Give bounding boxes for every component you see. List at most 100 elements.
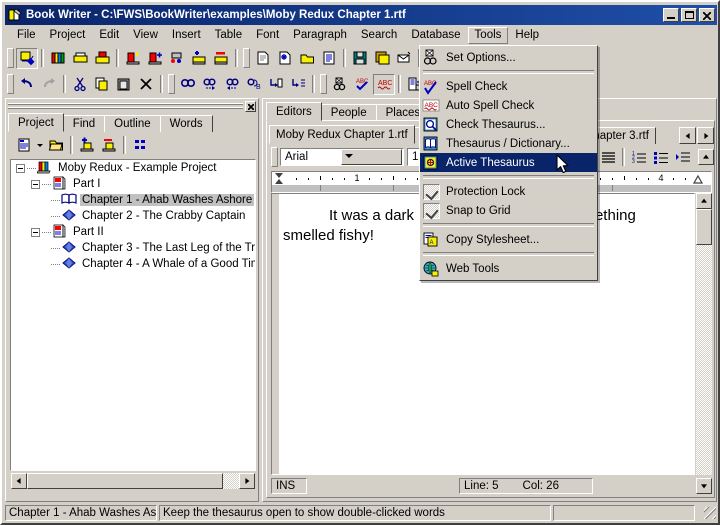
spell-check-button[interactable]: ABC (351, 74, 373, 95)
close-button[interactable] (699, 8, 715, 22)
tab-project[interactable]: Project (8, 113, 64, 132)
minimize-button[interactable] (663, 8, 679, 22)
menu-database[interactable]: Database (404, 27, 467, 44)
menu-insert[interactable]: Insert (165, 27, 208, 44)
menu-project[interactable]: Project (43, 27, 93, 44)
doc-tab-chapter-1[interactable]: Moby Redux Chapter 1.rtf (269, 125, 415, 144)
increase-indent-button[interactable] (672, 147, 694, 168)
project-view-button[interactable] (16, 47, 38, 69)
new-chapter-button[interactable] (122, 48, 144, 69)
toolbar-grip[interactable] (243, 48, 250, 68)
menu-item-active-thesaurus[interactable]: Active Thesaurus (420, 153, 597, 172)
new-document-button[interactable] (252, 48, 274, 69)
menu-help[interactable]: Help (508, 27, 546, 44)
dropdown-arrow-icon[interactable] (35, 135, 45, 156)
save-all-button[interactable] (371, 48, 393, 69)
new-document-icon[interactable] (13, 135, 35, 156)
project-tree-hscrollbar[interactable] (10, 473, 256, 489)
tab-people[interactable]: People (320, 104, 377, 121)
tree-item-chapter-3[interactable]: Chapter 3 - The Last Leg of the Trip (11, 240, 255, 256)
tab-words[interactable]: Words (159, 115, 213, 132)
toolbar-grip[interactable] (271, 147, 278, 167)
menu-edit[interactable]: Edit (92, 27, 126, 44)
right-indent-marker[interactable] (692, 172, 704, 185)
menu-item-auto-spell-check[interactable]: ABC Auto Spell Check (420, 96, 597, 115)
new-from-template-button[interactable] (274, 48, 296, 69)
arrange-icons-icon[interactable] (129, 135, 151, 156)
maximize-button[interactable] (681, 8, 697, 22)
font-name-combo[interactable]: Arial (280, 148, 404, 166)
find-next-button[interactable] (199, 74, 221, 95)
menu-search[interactable]: Search (354, 27, 404, 44)
toolbar-grip[interactable] (320, 74, 327, 94)
open-folder-icon[interactable] (45, 135, 67, 156)
add-section-button[interactable] (144, 48, 166, 69)
delete-page-button[interactable] (210, 48, 232, 69)
panel-close-icon[interactable] (245, 101, 256, 112)
tree-item-project[interactable]: Moby Redux - Example Project (11, 160, 255, 176)
menu-item-snap-to-grid[interactable]: Snap to Grid (420, 201, 597, 220)
find-button[interactable] (177, 74, 199, 95)
document-vscrollbar[interactable] (696, 193, 712, 475)
scroll-right-button[interactable] (239, 473, 255, 489)
books-button[interactable] (47, 48, 69, 69)
vscroll-track[interactable] (696, 209, 712, 475)
menu-item-check-thesaurus[interactable]: Check Thesaurus... (420, 115, 597, 134)
remove-item-icon[interactable] (98, 135, 120, 156)
goto-bookmark-button[interactable] (265, 74, 287, 95)
scroll-left-button[interactable] (11, 473, 27, 489)
vscroll-thumb[interactable] (696, 209, 712, 245)
tree-item-chapter-2[interactable]: Chapter 2 - The Crabby Captain (11, 208, 255, 224)
print-book-button[interactable] (69, 48, 91, 69)
hscroll-thumb[interactable] (27, 473, 223, 489)
link-chapter-button[interactable] (166, 48, 188, 69)
project-tree[interactable]: Moby Redux - Example Project Part I Chap… (10, 159, 256, 471)
menu-font[interactable]: Font (249, 27, 286, 44)
bulleted-list-button[interactable] (650, 147, 672, 168)
undo-button[interactable] (16, 74, 38, 95)
add-book-button[interactable] (91, 48, 113, 69)
open-file-button[interactable] (296, 48, 318, 69)
tab-outline[interactable]: Outline (104, 115, 161, 132)
menu-item-spell-check[interactable]: ABC Spell Check (420, 77, 597, 96)
doc-tab-next-button[interactable] (697, 127, 714, 144)
scroll-up-button[interactable] (696, 193, 712, 209)
menu-table[interactable]: Table (208, 27, 250, 44)
set-options-button[interactable] (329, 74, 351, 95)
tree-item-chapter-1[interactable]: Chapter 1 - Ahab Washes Ashore (11, 192, 255, 208)
align-justify-button[interactable] (597, 147, 619, 168)
menu-item-thesaurus-dictionary[interactable]: Thesaurus / Dictionary... (420, 134, 597, 153)
add-item-icon[interactable] (76, 135, 98, 156)
goto-line-button[interactable] (287, 74, 309, 95)
find-previous-button[interactable] (221, 74, 243, 95)
hscroll-track[interactable] (223, 473, 239, 489)
copy-button[interactable] (91, 74, 113, 95)
insert-page-button[interactable] (188, 48, 210, 69)
expander-minus-icon[interactable] (31, 179, 40, 189)
menu-item-copy-stylesheet[interactable]: A Copy Stylesheet... (420, 230, 597, 249)
menu-item-set-options[interactable]: Set Options... (420, 48, 597, 67)
expander-minus-icon[interactable] (16, 163, 25, 173)
auto-spell-check-button[interactable]: ABC (373, 73, 395, 95)
scroll-down-button[interactable] (696, 477, 712, 494)
redo-button[interactable] (38, 74, 60, 95)
indent-marker[interactable] (274, 172, 283, 185)
panel-drag-lines[interactable] (8, 103, 243, 110)
menu-view[interactable]: View (126, 27, 165, 44)
paste-button[interactable] (113, 74, 135, 95)
resize-grip[interactable] (703, 506, 717, 520)
tree-item-part-1[interactable]: Part I (11, 175, 255, 192)
tree-item-chapter-4[interactable]: Chapter 4 - A Whale of a Good Time (11, 256, 255, 272)
tab-find[interactable]: Find (62, 115, 106, 132)
toolbar-grip[interactable] (7, 74, 14, 94)
delete-button[interactable] (135, 74, 157, 95)
formatting-scroll-up-button[interactable] (698, 149, 714, 165)
tab-editors[interactable]: Editors (266, 102, 322, 121)
tree-item-part-2[interactable]: Part II (11, 223, 255, 240)
toolbar-grip[interactable] (168, 74, 175, 94)
doc-tab-prev-button[interactable] (679, 127, 696, 144)
expander-minus-icon[interactable] (31, 227, 40, 237)
send-mail-button[interactable] (393, 48, 415, 69)
menu-tools[interactable]: Tools (467, 27, 509, 44)
menu-item-protection-lock[interactable]: Protection Lock (420, 182, 597, 201)
